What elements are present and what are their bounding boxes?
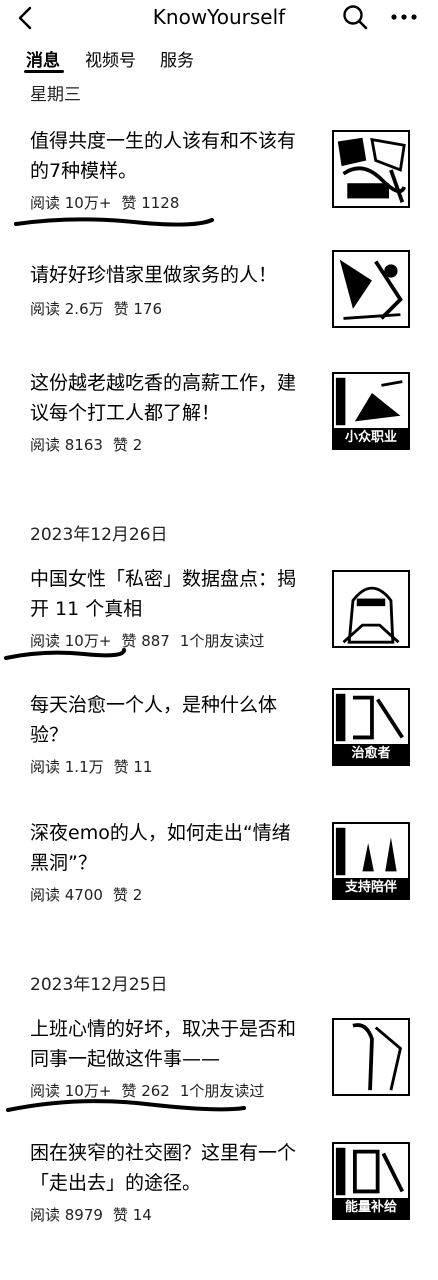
read-count: 阅读 8163 <box>30 436 103 454</box>
article-title: 请好好珍惜家里做家务的人！ <box>30 264 278 286</box>
article-thumbnail <box>332 1018 410 1096</box>
search-icon[interactable] <box>341 3 369 31</box>
like-count: 赞 1128 <box>121 194 180 212</box>
date-header: 2023年12月25日 <box>30 975 168 995</box>
article-thumbnail: 治愈者 <box>332 688 410 766</box>
read-count: 阅读 8979 <box>30 1206 103 1224</box>
article-meta: 阅读 4700 赞 2 <box>30 884 152 905</box>
page-title: KnowYourself <box>152 5 286 29</box>
article-item[interactable]: 困在狭窄的社交圈？这里有一个 「走出去」的途径。 阅读 8979 赞 14 能量补… <box>0 1138 438 1248</box>
handwritten-underline <box>4 648 126 660</box>
like-count: 赞 14 <box>112 1206 152 1224</box>
article-item[interactable]: 这份越老越吃香的高薪工作，建 议每个打工人都了解！ 阅读 8163 赞 2 小众职… <box>0 366 438 476</box>
thumbnail-label: 能量补给 <box>334 1198 408 1218</box>
friends-read: 1个朋友读过 <box>179 632 265 650</box>
article-thumbnail <box>332 570 410 648</box>
thumbnail-label: 小众职业 <box>334 428 408 448</box>
article-thumbnail: 支持陪伴 <box>332 822 410 900</box>
handwritten-underline <box>6 1099 246 1112</box>
active-tab-indicator <box>24 70 64 73</box>
article-title: 值得共度一生的人该有和不该有 的7种模样。 <box>30 130 297 182</box>
tab-bar: 消息 视频号 服务 <box>0 40 438 76</box>
like-count: 赞 2 <box>112 436 143 454</box>
like-count: 赞 176 <box>113 300 163 318</box>
article-meta: 阅读 8979 赞 14 <box>30 1204 162 1225</box>
article-title: 每天治愈一个人，是种什么体 验？ <box>30 694 278 746</box>
like-count: 赞 887 <box>121 632 170 650</box>
article-thumbnail <box>332 250 410 328</box>
article-item[interactable]: 深夜emo的人，如何走出“情绪 黑洞”？ 阅读 4700 赞 2 支持陪伴 <box>0 816 438 926</box>
article-item[interactable]: 每天治愈一个人，是种什么体 验？ 阅读 1.1万赞 11 治愈者 <box>0 688 438 800</box>
thumbnail-label: 支持陪伴 <box>334 878 408 898</box>
like-count: 赞 2 <box>112 886 143 904</box>
article-thumbnail <box>332 130 410 208</box>
article-title: 深夜emo的人，如何走出“情绪 黑洞”？ <box>30 822 291 874</box>
article-meta: 阅读 8163 赞 2 <box>30 434 152 455</box>
read-count: 阅读 2.6万 <box>30 300 104 318</box>
article-thumbnail: 能量补给 <box>332 1142 410 1220</box>
article-meta: 阅读 2.6万赞 176 <box>30 298 172 319</box>
date-header: 2023年12月26日 <box>30 525 168 545</box>
tab-services[interactable]: 服务 <box>160 46 194 71</box>
article-title: 中国女性「私密」数据盘点：揭 开 11 个真相 <box>30 568 297 620</box>
article-thumbnail: 小众职业 <box>332 372 410 450</box>
tab-messages[interactable]: 消息 <box>26 46 60 71</box>
date-header: 星期三 <box>30 85 81 105</box>
article-item[interactable]: 请好好珍惜家里做家务的人！ 阅读 2.6万赞 176 <box>0 250 438 356</box>
article-meta: 阅读 1.1万赞 11 <box>30 756 162 777</box>
thumbnail-illustration <box>342 586 400 644</box>
top-bar: KnowYourself <box>0 0 438 36</box>
thumbnail-label: 治愈者 <box>334 744 408 764</box>
thumbnail-illustration <box>352 1023 402 1091</box>
thumbnail-illustration <box>334 132 408 206</box>
article-title: 上班心情的好坏，取决于是否和 同事一起做这件事—— <box>30 1018 297 1070</box>
read-count: 阅读 4700 <box>30 886 103 904</box>
more-icon[interactable] <box>388 3 420 31</box>
tab-channels[interactable]: 视频号 <box>85 46 136 71</box>
article-title: 这份越老越吃香的高薪工作，建 议每个打工人都了解！ <box>30 372 297 424</box>
read-count: 阅读 1.1万 <box>30 758 104 776</box>
like-count: 赞 11 <box>113 758 153 776</box>
article-meta: 阅读 10万+ 赞 1128 <box>30 192 189 213</box>
article-title: 困在狭窄的社交圈？这里有一个 「走出去」的途径。 <box>30 1142 297 1194</box>
thumbnail-illustration <box>339 259 403 320</box>
handwritten-underline <box>14 217 214 227</box>
read-count: 阅读 10万+ <box>30 194 112 212</box>
